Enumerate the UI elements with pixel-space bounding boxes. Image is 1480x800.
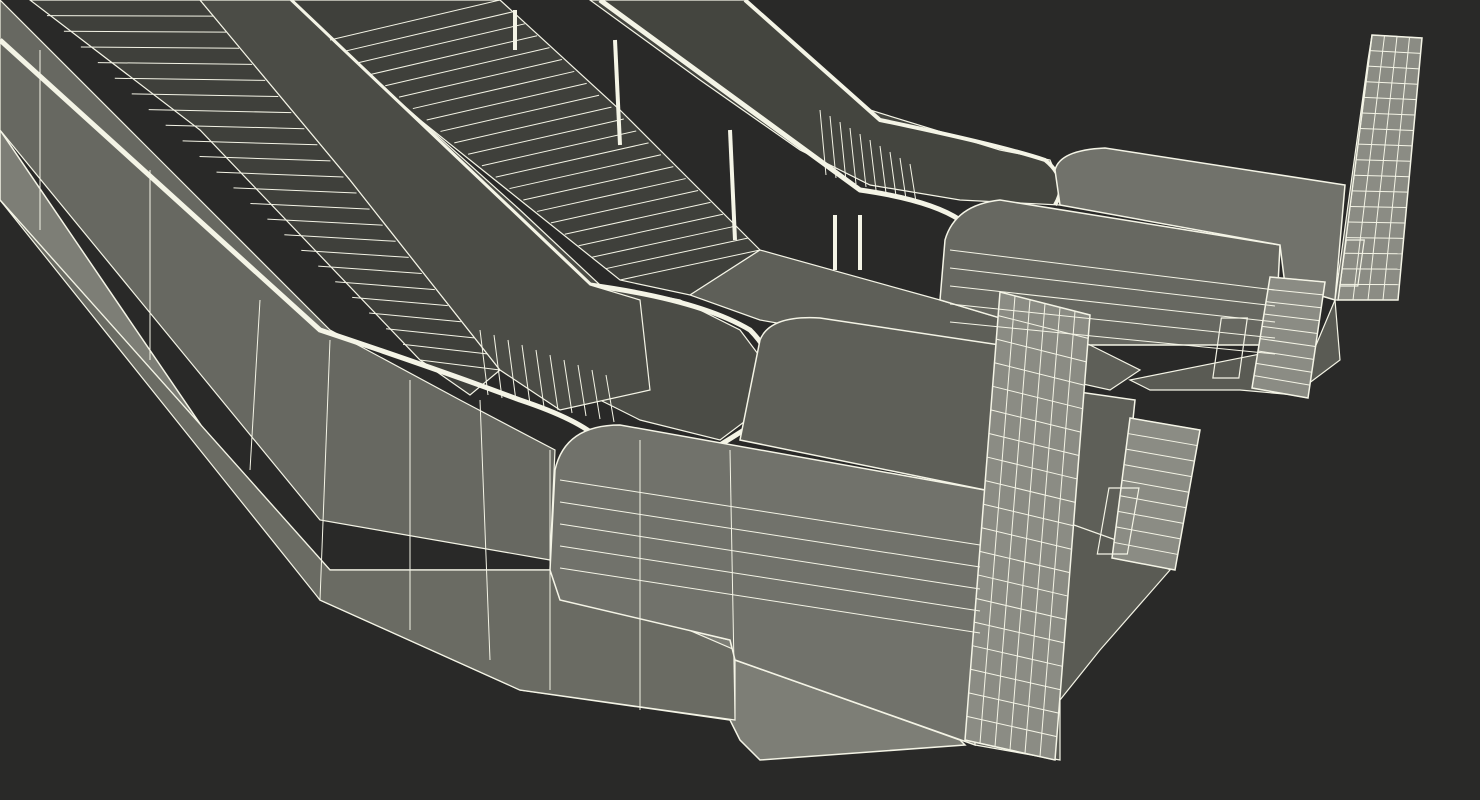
- escalator-scene: [0, 0, 1480, 800]
- viewport: [0, 0, 1480, 800]
